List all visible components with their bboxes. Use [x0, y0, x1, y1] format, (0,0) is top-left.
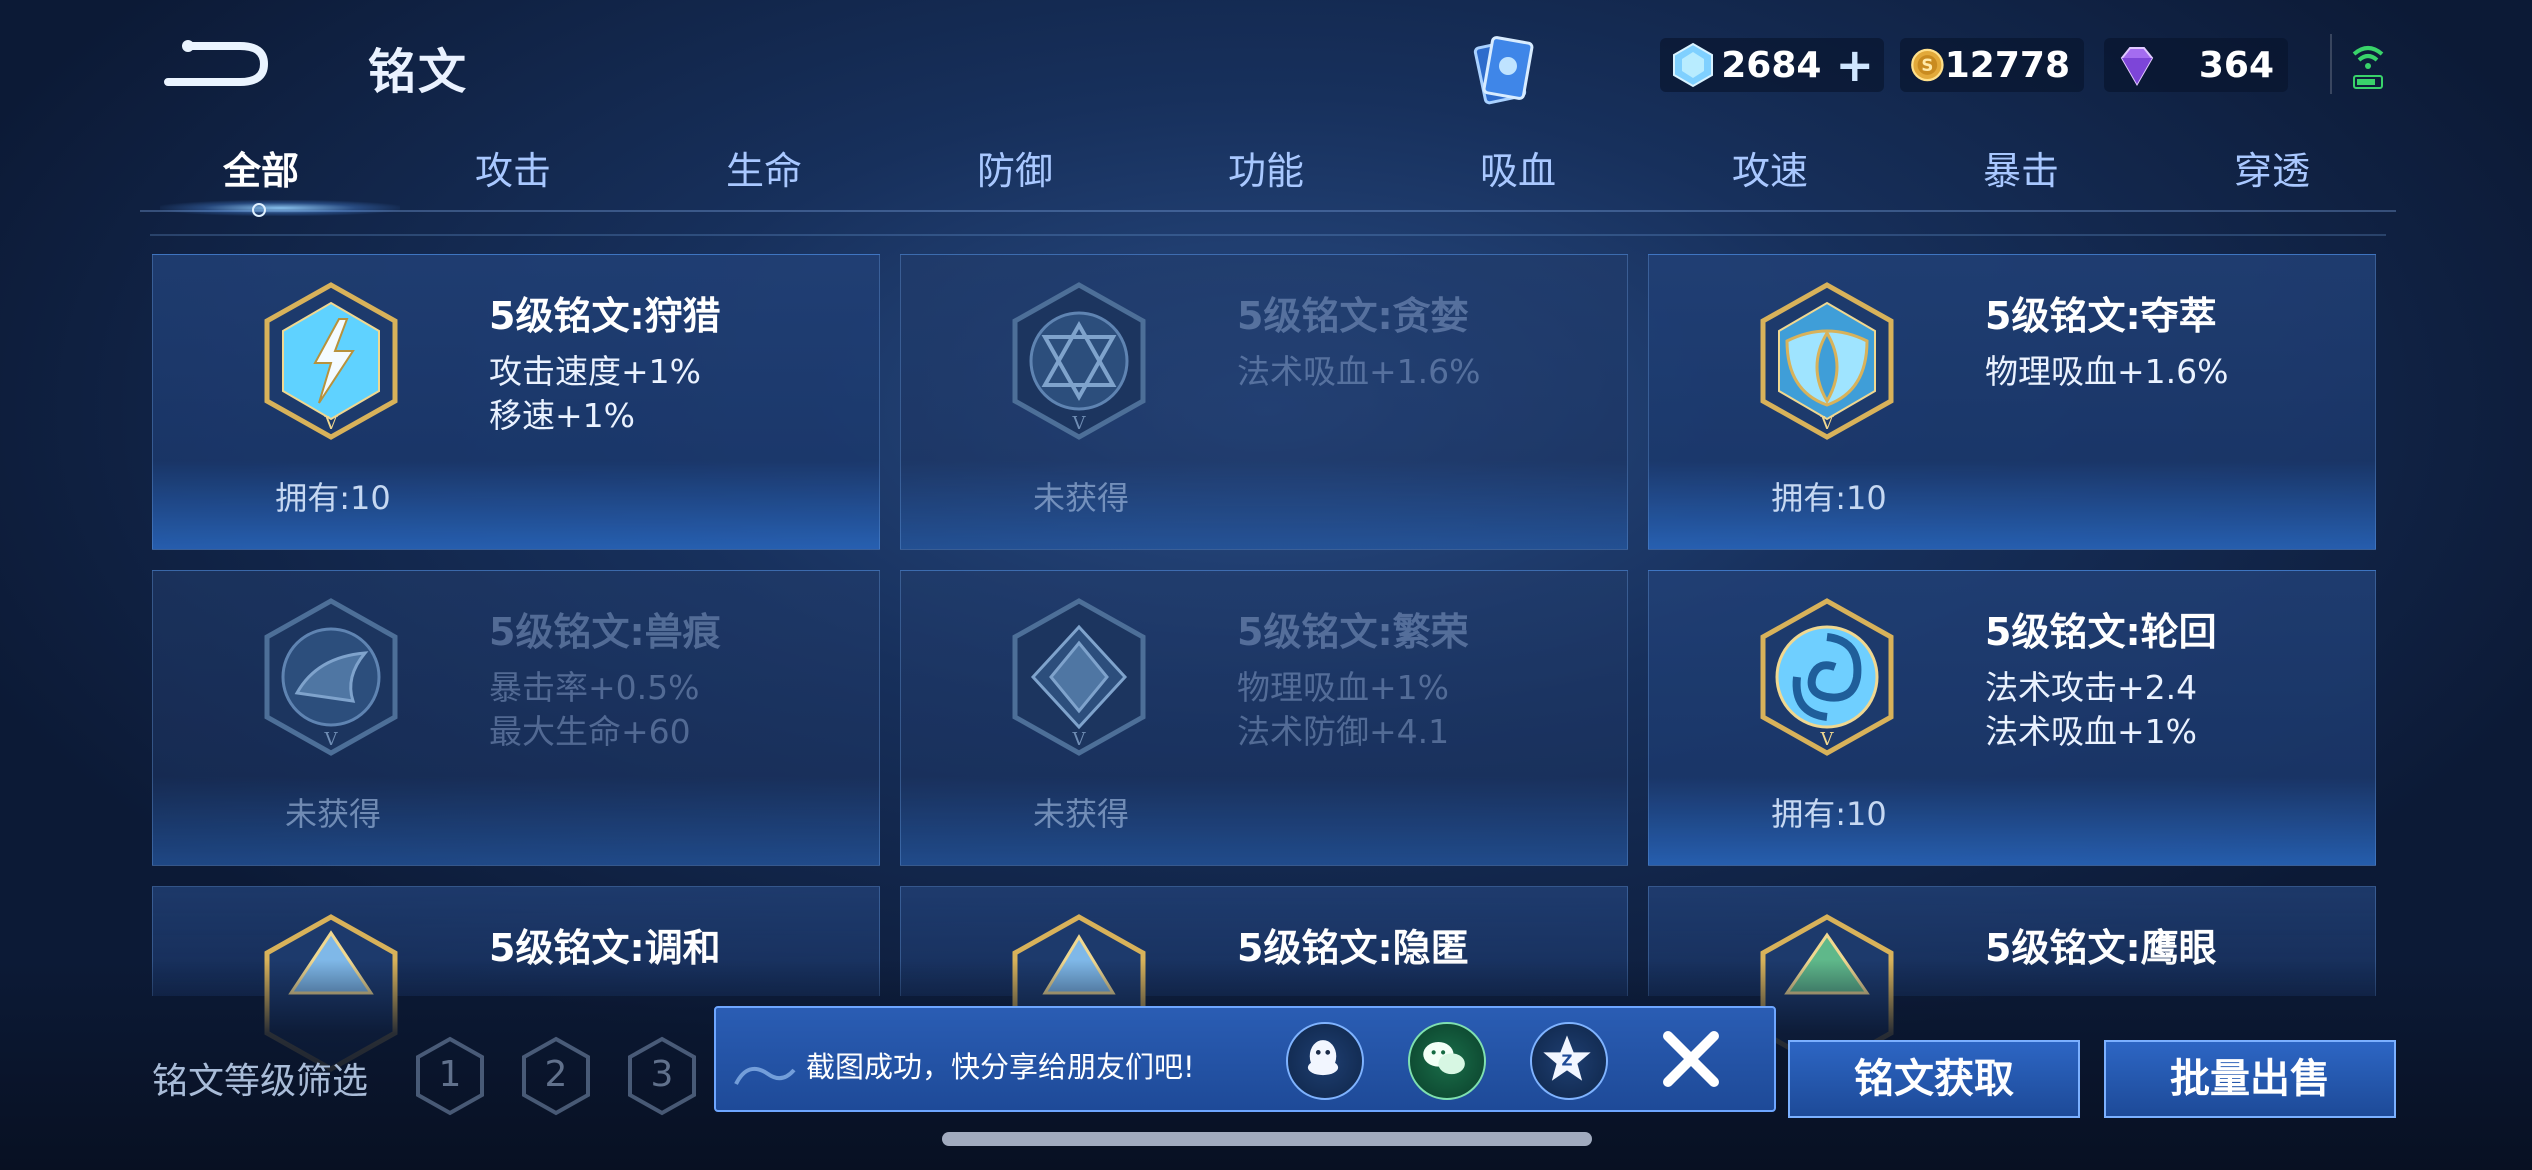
- level-filter-label-3: 3: [650, 1054, 674, 1095]
- tab-divider: [140, 210, 2396, 212]
- category-tabs: 全部 攻击 生命 防御 功能 吸血 攻速 暴击 穿透: [140, 140, 2396, 220]
- inscription-emblem-icon: V: [1760, 598, 1894, 756]
- bulk-sell-button[interactable]: 批量出售: [2104, 1040, 2396, 1118]
- tab-health[interactable]: 生命: [664, 140, 864, 195]
- tab-attack-speed[interactable]: 攻速: [1670, 140, 1870, 195]
- page-title: 铭文: [368, 44, 469, 100]
- level-filter-3[interactable]: 3: [626, 1036, 698, 1116]
- svg-text:Z: Z: [1562, 1052, 1573, 1070]
- gold-currency: S 12778: [1900, 38, 2084, 92]
- share-qq-button[interactable]: [1286, 1022, 1364, 1100]
- inscription-attr-1: 暴击率+0.5%: [489, 668, 700, 707]
- inscription-attr-2: 移速+1%: [489, 396, 636, 435]
- inscription-card-reincarnation[interactable]: V 5级铭文:轮回 法术攻击+2.4 法术吸血+1% 拥有:10: [1648, 570, 2376, 866]
- home-indicator[interactable]: [942, 1132, 1592, 1146]
- inscription-attr-1: 物理吸血+1.6%: [1985, 352, 2229, 391]
- owned-count: 拥有:10: [1771, 479, 1887, 517]
- inscription-card-hunt[interactable]: V 5级铭文:狩猎 攻击速度+1% 移速+1% 拥有:10: [152, 254, 880, 550]
- svg-text:V: V: [1820, 729, 1835, 750]
- level-filter-1[interactable]: 1: [414, 1036, 486, 1116]
- inscription-emblem-icon: V: [1760, 282, 1894, 440]
- list-top-divider: [150, 234, 2386, 236]
- inscription-name: 5级铭文:繁荣: [1237, 610, 1469, 654]
- wechat-icon: [1423, 1041, 1465, 1075]
- inscription-emblem-icon: V: [264, 598, 398, 756]
- card-collection-icon[interactable]: [1462, 30, 1542, 110]
- active-tab-indicator: [160, 200, 400, 216]
- inscription-name: 5级铭文:轮回: [1985, 610, 2217, 654]
- purple-gem-icon: [2120, 47, 2154, 87]
- add-diamond-button[interactable]: +: [1835, 42, 1874, 88]
- screenshot-share-toast: 截图成功，快分享给朋友们吧! Z: [714, 1006, 1776, 1112]
- diamond-icon: [1673, 42, 1713, 88]
- qzone-icon: Z: [1543, 1035, 1591, 1081]
- inscription-name: 5级铭文:狩猎: [489, 294, 721, 338]
- gold-coin-icon: S: [1911, 48, 1944, 82]
- gem-currency: 364: [2104, 38, 2288, 92]
- share-qzone-button[interactable]: Z: [1530, 1022, 1608, 1100]
- diamond-currency: 2684 +: [1660, 38, 1884, 92]
- gold-value: 12778: [1944, 44, 2070, 86]
- level-filter-2[interactable]: 2: [520, 1036, 592, 1116]
- svg-text:V: V: [1072, 729, 1087, 750]
- inscription-name: 5级铭文:贪婪: [1237, 294, 1469, 338]
- svg-text:S: S: [1921, 56, 1933, 75]
- locked-status: 未获得: [1032, 795, 1129, 833]
- inscription-attr-2: 最大生命+60: [489, 712, 691, 751]
- inscription-card-plunder[interactable]: V 5级铭文:夺萃 物理吸血+1.6% 拥有:10: [1648, 254, 2376, 550]
- toast-message: 截图成功，快分享给朋友们吧!: [806, 1050, 1195, 1084]
- inscription-card-greed[interactable]: V 5级铭文:贪婪 法术吸血+1.6% 未获得: [900, 254, 1628, 550]
- inscription-attr-2: 法术防御+4.1: [1237, 712, 1450, 751]
- tab-crit[interactable]: 暴击: [1921, 140, 2121, 195]
- qq-icon: [1307, 1040, 1339, 1076]
- tab-all[interactable]: 全部: [161, 140, 361, 195]
- gem-value: 364: [2198, 44, 2274, 86]
- inscription-attr-1: 法术吸血+1.6%: [1237, 352, 1481, 391]
- inscription-emblem-icon: V: [264, 282, 398, 440]
- owned-count: 拥有:10: [275, 479, 391, 517]
- inscription-attr-1: 物理吸血+1%: [1237, 668, 1450, 707]
- inscription-name: 5级铭文:夺萃: [1985, 294, 2217, 338]
- cloud-decoration-icon: [734, 1066, 796, 1085]
- share-wechat-button[interactable]: [1408, 1022, 1486, 1100]
- active-tab-dot: [252, 203, 266, 217]
- inscription-name: 5级铭文:兽痕: [489, 610, 721, 654]
- level-filter-label-2: 2: [544, 1054, 568, 1095]
- inscription-attr-1: 攻击速度+1%: [489, 352, 702, 391]
- owned-count: 拥有:10: [1771, 795, 1887, 833]
- status-divider: [2330, 34, 2332, 94]
- level-filter-label: 铭文等级筛选: [152, 1061, 369, 1102]
- tab-lifesteal[interactable]: 吸血: [1418, 140, 1618, 195]
- back-button[interactable]: [160, 36, 270, 92]
- level-filter-label-1: 1: [438, 1054, 462, 1095]
- back-arrow-icon: [164, 40, 269, 86]
- network-status-icon: [2348, 38, 2388, 92]
- tab-attack[interactable]: 攻击: [413, 140, 613, 195]
- inscription-attr-2: 法术吸血+1%: [1985, 712, 2198, 751]
- locked-status: 未获得: [284, 795, 381, 833]
- inscription-card-prosperity[interactable]: V 5级铭文:繁荣 物理吸血+1% 法术防御+4.1 未获得: [900, 570, 1628, 866]
- tab-penetration[interactable]: 穿透: [2172, 140, 2372, 195]
- inscription-attr-1: 法术攻击+2.4: [1985, 668, 2198, 707]
- svg-text:V: V: [1072, 413, 1087, 434]
- acquire-inscription-button[interactable]: 铭文获取: [1788, 1040, 2080, 1118]
- inscription-emblem-icon: V: [1012, 282, 1146, 440]
- svg-text:V: V: [324, 729, 339, 750]
- svg-text:V: V: [1820, 413, 1835, 434]
- inscription-card-beast-mark[interactable]: V 5级铭文:兽痕 暴击率+0.5% 最大生命+60 未获得: [152, 570, 880, 866]
- tab-defense[interactable]: 防御: [915, 140, 1115, 195]
- svg-text:V: V: [324, 413, 339, 434]
- diamond-value: 2684: [1721, 44, 1822, 86]
- locked-status: 未获得: [1032, 479, 1129, 517]
- close-icon[interactable]: [1658, 1026, 1724, 1092]
- tab-utility[interactable]: 功能: [1166, 140, 1366, 195]
- inscription-emblem-icon: V: [1012, 598, 1146, 756]
